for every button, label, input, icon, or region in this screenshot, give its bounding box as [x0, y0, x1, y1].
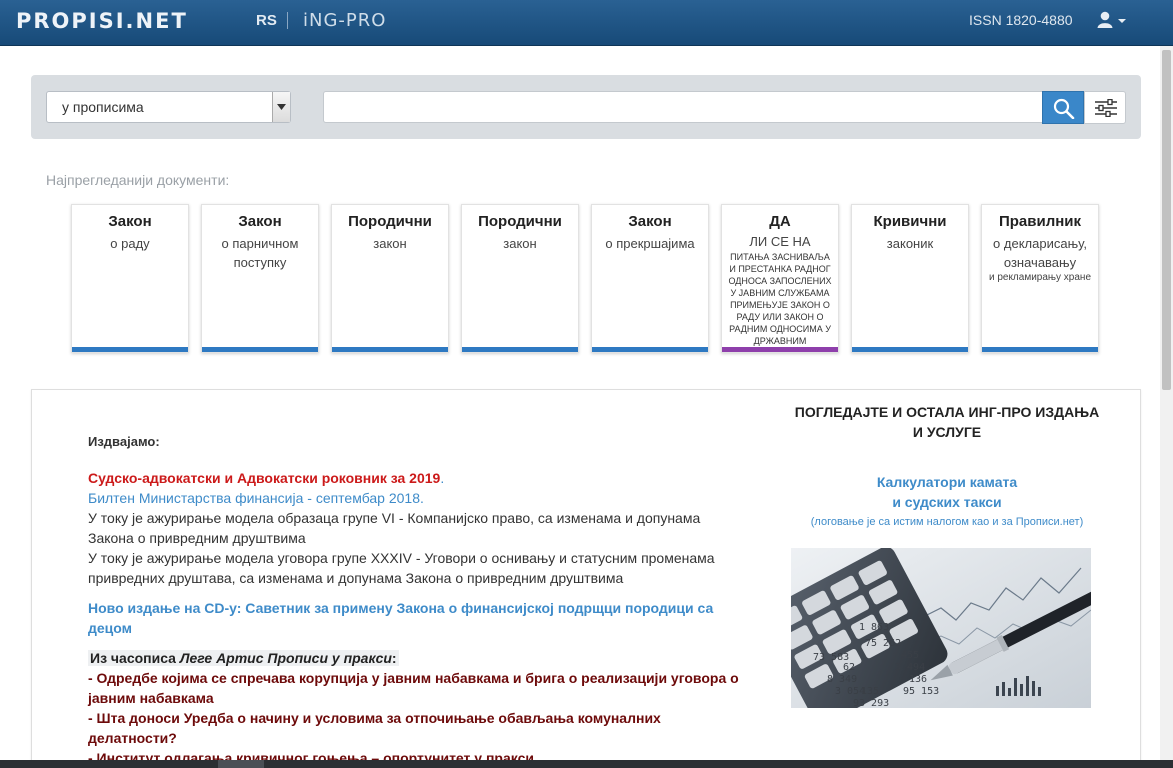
card-title: ДА	[769, 213, 791, 230]
image-digit: 62	[843, 662, 855, 673]
card-subtitle: закон	[503, 236, 537, 251]
journal-line: Из часописа Леге Артис Прописи у пракси:	[88, 648, 748, 668]
card-accent-bar	[72, 347, 188, 352]
featured-text-update-2: У току је ажурирање модела уговора групе…	[88, 550, 715, 586]
search-button[interactable]	[1042, 91, 1084, 124]
card-accent-bar	[462, 347, 578, 352]
doc-card-krivicni-zakonik[interactable]: Кривични законик	[851, 204, 969, 353]
bottom-tab[interactable]	[218, 760, 264, 768]
calculators-link[interactable]: Калкулатори камата и судских такси	[792, 472, 1102, 512]
image-digit: 135	[861, 686, 879, 697]
image-digit: 8 349	[827, 674, 857, 685]
card-title: Закон	[108, 213, 152, 230]
journal-name: Леге Артис Прописи у пракси	[179, 650, 392, 666]
scrollbar-thumb[interactable]	[1162, 50, 1171, 390]
bottom-bar	[0, 760, 1173, 768]
ing-pro-link[interactable]: iNG-PRO	[303, 9, 386, 33]
caret-down-icon	[1118, 19, 1126, 23]
card-title: Породични	[478, 213, 562, 230]
region-label[interactable]: RS	[256, 12, 277, 29]
card-accent-bar	[722, 347, 838, 352]
top-bar: PROPISI.NET RS iNG-PRO ISSN 1820-4880	[0, 0, 1173, 46]
image-digit: 75 262	[865, 638, 901, 649]
card-accent-bar	[202, 347, 318, 352]
image-digit: 93 293	[853, 698, 889, 708]
card-detail: и рекламирању хране	[988, 272, 1092, 283]
featured-item-rokovnik[interactable]: Судско-адвокатски и Адвокатски роковник …	[88, 468, 748, 488]
calculators-link-line2[interactable]: и судских такси	[792, 492, 1102, 512]
issn-label: ISSN 1820-4880	[969, 12, 1073, 28]
card-accent-bar	[332, 347, 448, 352]
card-title: Закон	[628, 213, 672, 230]
featured-panel: Издвајамо: Судско-адвокатски и Адвокатск…	[31, 389, 1141, 768]
doc-card-zakon-o-parnicnom-postupku[interactable]: Закон о парничном поступку	[201, 204, 319, 353]
search-scope-value: у прописима	[62, 99, 144, 115]
search-icon	[1053, 98, 1075, 119]
card-subtitle: закон	[373, 236, 407, 251]
services-column: ПОГЛЕДАЈТЕ И ОСТАЛА ИНГ-ПРО ИЗДАЊА И УСЛ…	[791, 402, 1102, 708]
journal-article-link[interactable]: - Одредбе којима се спречава корупција у…	[88, 668, 748, 708]
card-title: Кривични	[873, 213, 947, 230]
select-arrow[interactable]	[272, 92, 290, 122]
doc-card-porodicni-zakon[interactable]: Породични закон	[331, 204, 449, 353]
user-menu-button[interactable]	[1096, 10, 1130, 32]
card-accent-bar	[592, 347, 708, 352]
doc-card-zakon-o-radu[interactable]: Закон о раду	[71, 204, 189, 353]
most-viewed-label: Најпрегледанији документи:	[46, 172, 230, 188]
journal-label: Из часописа Леге Артис Прописи у пракси:	[88, 650, 399, 666]
site-logo[interactable]: PROPISI.NET	[16, 8, 188, 34]
header-divider	[287, 12, 288, 29]
card-subtitle: ЛИ СЕ НА	[749, 234, 811, 249]
card-detail: питања засниваља и престанка радног одно…	[728, 252, 832, 346]
journal-article-link[interactable]: - Шта доноси Уредба о начину и условима …	[88, 708, 748, 748]
journal-prefix: Из часописа	[90, 650, 180, 666]
image-digit: 1 863	[859, 622, 889, 633]
search-input[interactable]	[323, 91, 1043, 123]
doc-card-porodicni-zakon-2[interactable]: Породични закон	[461, 204, 579, 353]
card-title: Правилник	[998, 213, 1082, 230]
image-digit: 136	[909, 674, 927, 685]
featured-link-red[interactable]: Судско-адвокатски и Адвокатски роковник …	[88, 470, 440, 486]
card-accent-bar	[852, 347, 968, 352]
services-heading: ПОГЛЕДАЈТЕ И ОСТАЛА ИНГ-ПРО ИЗДАЊА И УСЛ…	[794, 404, 1100, 440]
card-subtitle: о парничном поступку	[221, 236, 299, 270]
card-accent-bar	[982, 347, 1098, 352]
vertical-scrollbar[interactable]	[1160, 46, 1173, 768]
login-note: (логовање је са истим налогом као и за П…	[810, 516, 1084, 528]
card-title: Закон	[238, 213, 282, 230]
featured-dot: .	[440, 470, 445, 486]
card-title: Породични	[348, 213, 432, 230]
doc-card-zakon-o-prekrsajima[interactable]: Закон о прекршајима	[591, 204, 709, 353]
doc-card-da-li-se-na[interactable]: ДА ЛИ СЕ НА питања засниваља и престанка…	[721, 204, 839, 353]
advanced-search-button[interactable]	[1084, 91, 1126, 124]
image-digit: 95 153	[903, 686, 939, 697]
user-icon	[1097, 11, 1126, 28]
journal-suffix: :	[391, 650, 397, 666]
featured-link-bilten[interactable]: Билтен Министарства финансија - септемба…	[88, 488, 748, 508]
card-subtitle: о прекршајима	[605, 236, 695, 251]
image-digit: 3 494	[895, 662, 925, 673]
chevron-down-icon	[277, 104, 286, 110]
sliders-icon	[1095, 99, 1117, 117]
featured-text-update-1: У току је ажурирање модела образаца груп…	[88, 510, 701, 546]
featured-column: Издвајамо: Судско-адвокатски и Адвокатск…	[88, 432, 748, 768]
calculator-pen-image[interactable]: 1 863 75 262 455 3 494 136 95 153 73 583…	[791, 548, 1091, 708]
calculators-link-line1[interactable]: Калкулатори камата	[792, 472, 1102, 492]
calculator-image: 1 863 75 262 455 3 494 136 95 153 73 583…	[791, 548, 1091, 708]
card-subtitle: законик	[886, 236, 934, 251]
featured-heading: Издвајамо:	[88, 434, 160, 449]
search-scope-select[interactable]: у прописима	[46, 91, 291, 123]
featured-link-cd[interactable]: Ново издање на CD-у: Саветник за примену…	[88, 598, 748, 638]
doc-card-pravilnik[interactable]: Правилник о декларисању, означавању и ре…	[981, 204, 1099, 353]
image-digit: 455	[901, 650, 919, 661]
card-subtitle: о раду	[110, 236, 150, 251]
card-subtitle: о декларисању, означавању	[993, 236, 1087, 270]
